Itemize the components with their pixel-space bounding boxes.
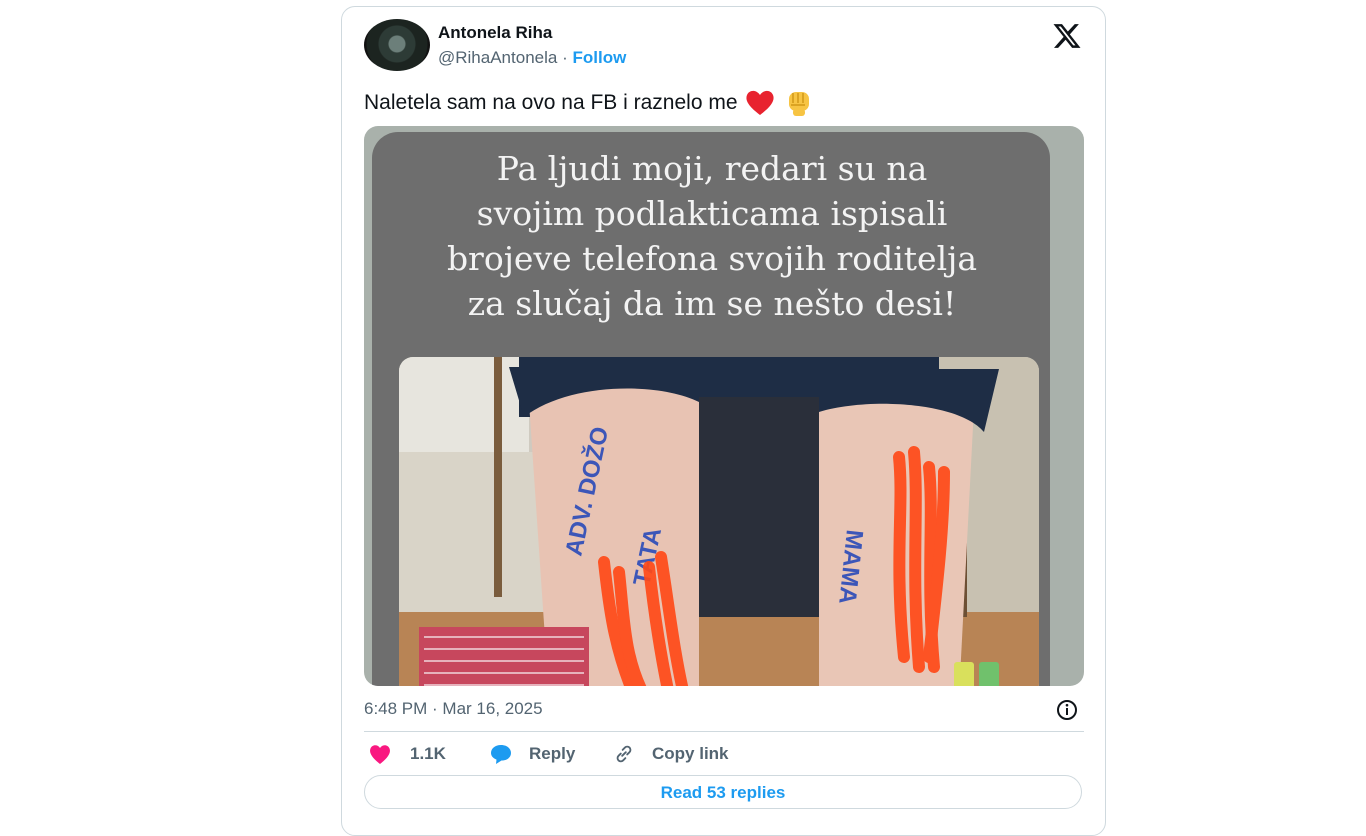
reply-button[interactable]: Reply (489, 739, 575, 769)
info-icon[interactable] (1055, 698, 1079, 722)
like-button[interactable]: 1.1K (368, 739, 446, 769)
caption-line: brojeve telefona svojih roditelja (446, 239, 978, 278)
handle-separator: · (562, 48, 568, 67)
tweet-text: Naletela sam na ovo na FB i raznelo me (364, 91, 738, 114)
forearms-photo: ADV. DOŽO TATA MAMA (399, 357, 1039, 686)
copy-link-label: Copy link (652, 744, 729, 763)
action-bar: 1.1K Reply Copy link (364, 739, 1084, 769)
read-replies-button[interactable]: Read 53 replies (364, 775, 1082, 809)
x-logo-icon[interactable] (1050, 21, 1084, 51)
link-icon (616, 745, 632, 763)
speech-bubble-icon (491, 745, 511, 764)
avatar[interactable] (364, 19, 430, 71)
forearms-illustration: ADV. DOŽO TATA MAMA (399, 357, 1039, 686)
copy-link-button[interactable]: Copy link (612, 739, 729, 769)
image-caption-card: Pa ljudi moji, redari su na svojim podla… (372, 132, 1050, 686)
tweet-timestamp[interactable]: 6:48 PM · Mar 16, 2025 (364, 699, 543, 719)
author-handle-row: @RihaAntonela · Follow (438, 48, 626, 68)
tweet-card: Antonela Riha @RihaAntonela · Follow Nal… (341, 6, 1106, 836)
like-count: 1.1K (410, 744, 446, 763)
author-name[interactable]: Antonela Riha (438, 23, 552, 43)
reply-label: Reply (529, 744, 576, 763)
divider (364, 731, 1084, 732)
caption-line: svojim podlakticama ispisali (476, 194, 948, 233)
tweet-text-row: Naletela sam na ovo na FB i raznelo me (364, 89, 816, 117)
image-caption: Pa ljudi moji, redari su na svojim podla… (390, 146, 1034, 326)
follow-button[interactable]: Follow (572, 48, 626, 67)
red-heart-icon (745, 90, 774, 115)
author-handle[interactable]: @RihaAntonela (438, 48, 557, 67)
caption-line: za slučaj da im se nešto desi! (467, 284, 957, 323)
heart-icon (370, 745, 390, 764)
tweet-image[interactable]: Pa ljudi moji, redari su na svojim podla… (364, 126, 1084, 686)
raised-fist-icon (788, 92, 809, 116)
caption-line: Pa ljudi moji, redari su na (496, 149, 928, 188)
